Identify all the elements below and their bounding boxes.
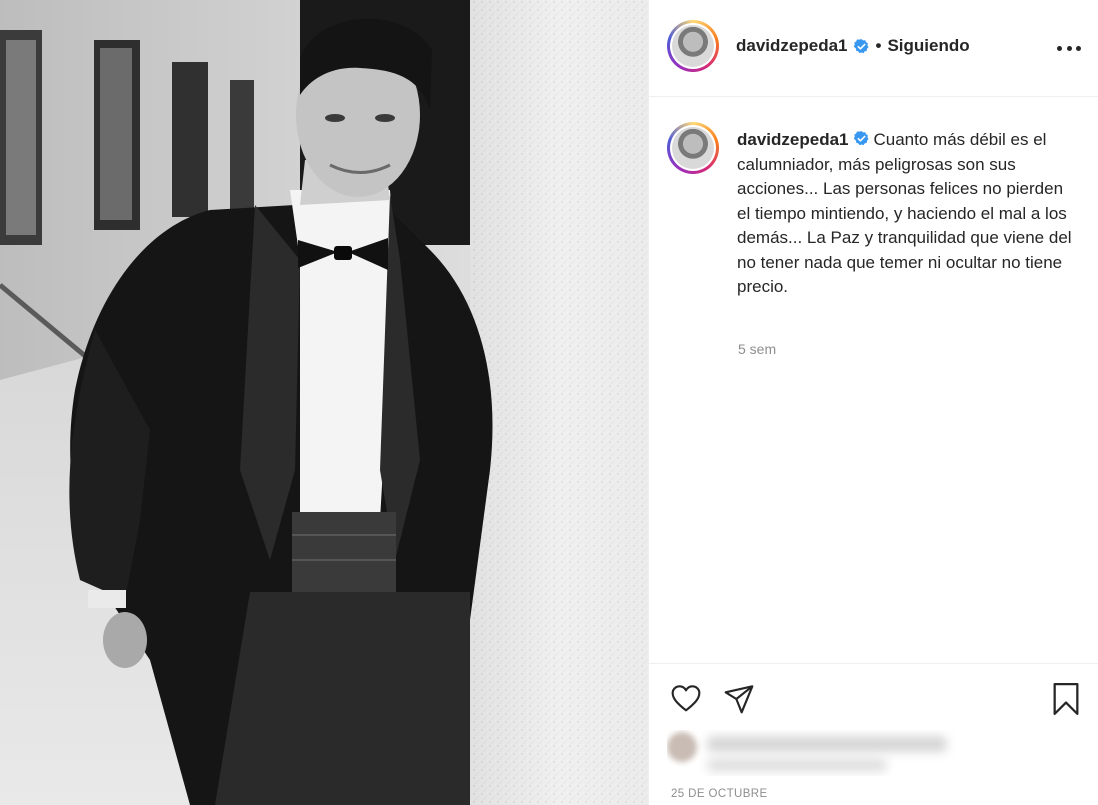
- caption-username[interactable]: davidzepeda1: [737, 130, 849, 149]
- bookmark-icon[interactable]: [1051, 682, 1081, 716]
- header-user-line: davidzepeda1 • Siguiendo: [736, 36, 970, 56]
- separator-dot: •: [875, 36, 882, 55]
- post-time-ago[interactable]: 5 sem: [738, 341, 776, 357]
- caption-text: Cuanto más débil es el calumniador, más …: [737, 130, 1072, 296]
- post-side-panel: davidzepeda1 • Siguiendo davidzepeda1 Cu…: [648, 0, 1098, 805]
- following-button[interactable]: Siguiendo: [887, 36, 969, 56]
- verified-badge-icon: [853, 38, 868, 53]
- username-link[interactable]: davidzepeda1: [736, 36, 848, 56]
- heart-icon[interactable]: [669, 683, 703, 715]
- avatar-image: [672, 25, 714, 67]
- post-photo[interactable]: [0, 0, 648, 805]
- more-options-icon[interactable]: [1057, 36, 1081, 60]
- post-date[interactable]: 25 DE OCTUBRE: [671, 788, 768, 800]
- paper-plane-icon[interactable]: [723, 683, 755, 715]
- avatar-image: [672, 127, 714, 169]
- caption-avatar[interactable]: [667, 122, 719, 174]
- liked-by-blurred: [667, 730, 957, 776]
- action-bar: [649, 663, 1098, 727]
- comments-area: davidzepeda1 Cuanto más débil es el calu…: [649, 98, 1098, 660]
- verified-badge-icon: [853, 131, 868, 146]
- post-header: davidzepeda1 • Siguiendo: [649, 0, 1098, 97]
- post-caption: davidzepeda1 Cuanto más débil es el calu…: [737, 128, 1077, 300]
- avatar[interactable]: [667, 20, 719, 72]
- post-photo-image: [0, 0, 648, 805]
